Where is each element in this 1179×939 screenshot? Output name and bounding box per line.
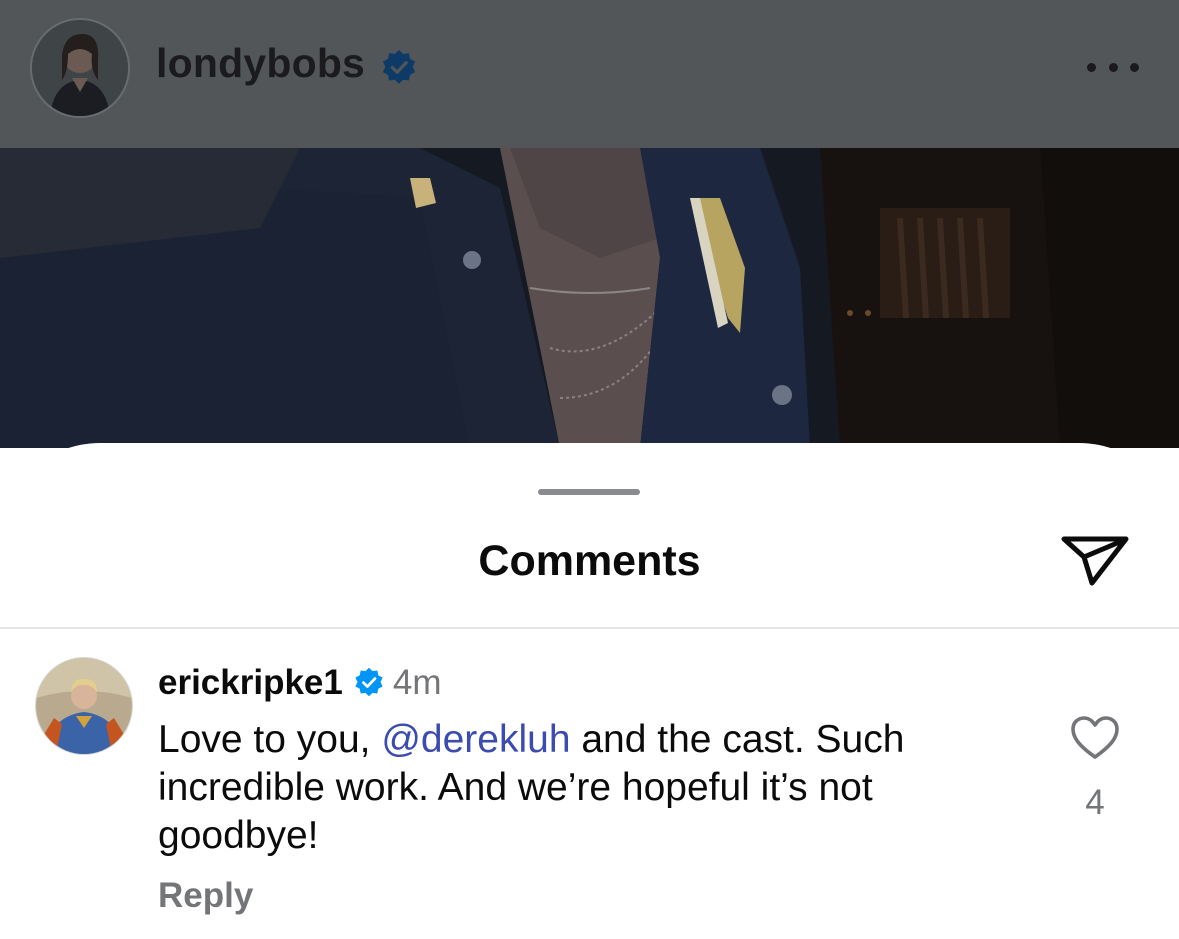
more-options-button[interactable]: [1087, 56, 1139, 78]
comments-sheet: Comments erickripke1 4m Love to you, @de…: [0, 443, 1179, 939]
more-horizontal-icon: [1087, 62, 1096, 72]
heart-icon[interactable]: [1070, 715, 1120, 761]
post-image[interactable]: [0, 148, 1179, 448]
post-author-avatar[interactable]: [32, 20, 128, 116]
verified-badge-icon: [355, 667, 383, 697]
post-author-username[interactable]: londybobs: [156, 40, 365, 87]
comment-text-before-mention: Love to you,: [158, 718, 382, 761]
sheet-title: Comments: [478, 537, 701, 585]
sheet-grabber-handle[interactable]: [538, 489, 640, 495]
like-count: 4: [1085, 783, 1105, 822]
paper-plane-icon[interactable]: [1058, 527, 1132, 591]
divider: [0, 627, 1179, 629]
comment-author-username[interactable]: erickripke1: [158, 663, 343, 703]
mention-link[interactable]: @derekluh: [381, 718, 570, 761]
post-header: londybobs: [0, 0, 1179, 148]
comment-header: erickripke1 4m: [158, 661, 442, 705]
comment-timestamp: 4m: [392, 663, 442, 702]
verified-badge-icon: [382, 49, 416, 84]
comment-author-avatar[interactable]: [36, 658, 132, 754]
reply-button[interactable]: Reply: [158, 876, 253, 916]
comment-text: Love to you, @derekluh and the cast. Suc…: [158, 716, 1038, 860]
